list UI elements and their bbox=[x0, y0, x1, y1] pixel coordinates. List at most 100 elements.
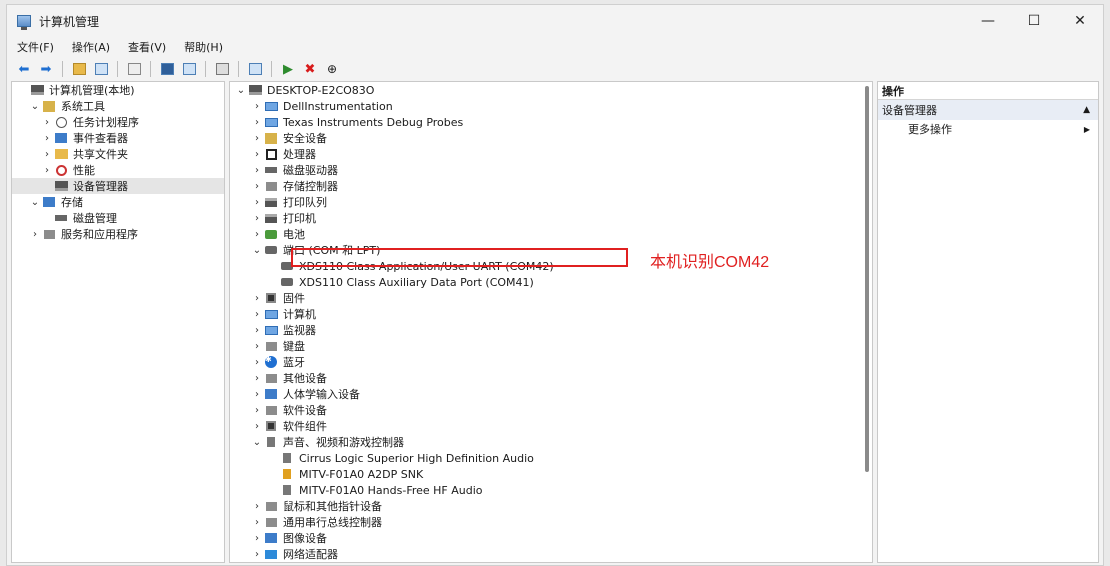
device-tree-item[interactable]: MITV-F01A0 A2DP SNK bbox=[230, 466, 872, 482]
collapse-icon[interactable]: ▲ bbox=[1083, 105, 1090, 115]
tree-item-label: DellInstrumentation bbox=[283, 99, 393, 113]
device-tree-item[interactable]: Cirrus Logic Superior High Definition Au… bbox=[230, 450, 872, 466]
port-icon-shape bbox=[281, 262, 293, 270]
collapsed-chevron-icon[interactable]: › bbox=[250, 149, 264, 160]
uninstall-icon[interactable]: ✖ bbox=[301, 60, 319, 78]
collapsed-chevron-icon[interactable]: › bbox=[250, 341, 264, 352]
device-tree-item[interactable]: › 打印机 bbox=[230, 210, 872, 226]
device-tree-item[interactable]: › 打印队列 bbox=[230, 194, 872, 210]
console-tree-item[interactable]: › 共享文件夹 bbox=[12, 146, 224, 162]
collapsed-chevron-icon[interactable]: › bbox=[250, 325, 264, 336]
enable-device-icon[interactable]: ⊕ bbox=[323, 60, 341, 78]
device-tree-item[interactable]: › 键盘 bbox=[230, 338, 872, 354]
console-tree-item[interactable]: 磁盘管理 bbox=[12, 210, 224, 226]
collapsed-chevron-icon[interactable]: › bbox=[40, 117, 54, 128]
collapsed-chevron-icon[interactable]: › bbox=[250, 405, 264, 416]
help-icon[interactable] bbox=[158, 60, 176, 78]
expanded-chevron-icon[interactable]: ⌄ bbox=[250, 437, 264, 448]
device-tree-item[interactable]: › 鼠标和其他指针设备 bbox=[230, 498, 872, 514]
collapsed-chevron-icon[interactable]: › bbox=[40, 133, 54, 144]
view-icon[interactable] bbox=[180, 60, 198, 78]
collapsed-chevron-icon[interactable]: › bbox=[250, 101, 264, 112]
device-tree-item[interactable]: › 安全设备 bbox=[230, 130, 872, 146]
device-tree-item[interactable]: XDS110 Class Auxiliary Data Port (COM41) bbox=[230, 274, 872, 290]
device-tree-item[interactable]: MITV-F01A0 Hands-Free HF Audio bbox=[230, 482, 872, 498]
collapsed-chevron-icon[interactable]: › bbox=[250, 501, 264, 512]
menu-view[interactable]: 查看(V) bbox=[126, 38, 168, 56]
device-tree-item[interactable]: › 电池 bbox=[230, 226, 872, 242]
device-tree-item[interactable]: › 软件设备 bbox=[230, 402, 872, 418]
device-tree-item[interactable]: › ✱ 蓝牙 bbox=[230, 354, 872, 370]
collapsed-chevron-icon[interactable]: › bbox=[250, 421, 264, 432]
expanded-chevron-icon[interactable]: ⌄ bbox=[28, 101, 42, 112]
collapsed-chevron-icon[interactable]: › bbox=[250, 357, 264, 368]
collapsed-chevron-icon[interactable]: › bbox=[40, 165, 54, 176]
close-button[interactable]: ✕ bbox=[1057, 5, 1103, 37]
collapsed-chevron-icon[interactable]: › bbox=[250, 373, 264, 384]
device-tree-item[interactable]: › 计算机 bbox=[230, 306, 872, 322]
collapsed-chevron-icon[interactable]: › bbox=[250, 117, 264, 128]
tree-item-label: DESKTOP-E2CO83O bbox=[267, 83, 375, 97]
collapsed-chevron-icon[interactable]: › bbox=[250, 229, 264, 240]
collapsed-chevron-icon[interactable]: › bbox=[250, 293, 264, 304]
device-tree-item[interactable]: › 处理器 bbox=[230, 146, 872, 162]
properties-icon[interactable] bbox=[125, 60, 143, 78]
collapsed-chevron-icon[interactable]: › bbox=[250, 309, 264, 320]
collapsed-chevron-icon[interactable]: › bbox=[250, 165, 264, 176]
device-tree-item[interactable]: XDS110 Class Application/User UART (COM4… bbox=[230, 258, 872, 274]
forward-icon[interactable]: ➡ bbox=[37, 60, 55, 78]
console-tree-item[interactable]: ⌄ 系统工具 bbox=[12, 98, 224, 114]
console-tree-item[interactable]: › 事件查看器 bbox=[12, 130, 224, 146]
network-icon-shape bbox=[265, 549, 277, 559]
device-tree-item[interactable]: ⌄ DESKTOP-E2CO83O bbox=[230, 82, 872, 98]
device-tree-item[interactable]: › Texas Instruments Debug Probes bbox=[230, 114, 872, 130]
collapsed-chevron-icon[interactable]: › bbox=[28, 229, 42, 240]
collapsed-chevron-icon[interactable]: › bbox=[250, 549, 264, 560]
expanded-chevron-icon[interactable]: ⌄ bbox=[234, 85, 248, 96]
back-icon[interactable]: ⬅ bbox=[15, 60, 33, 78]
more-actions-item[interactable]: 更多操作 ▶ bbox=[878, 120, 1098, 138]
device-tree-item[interactable]: › 存储控制器 bbox=[230, 178, 872, 194]
device-tree-item[interactable]: › 固件 bbox=[230, 290, 872, 306]
device-tree-item[interactable]: ⌄ 声音、视频和游戏控制器 bbox=[230, 434, 872, 450]
menu-file[interactable]: 文件(F) bbox=[15, 38, 56, 56]
collapsed-chevron-icon[interactable]: › bbox=[250, 389, 264, 400]
console-tree-item[interactable]: › 任务计划程序 bbox=[12, 114, 224, 130]
collapsed-chevron-icon[interactable]: › bbox=[250, 533, 264, 544]
scan-hardware-icon[interactable] bbox=[213, 60, 231, 78]
console-tree-item[interactable]: 计算机管理(本地) bbox=[12, 82, 224, 98]
collapsed-chevron-icon[interactable]: › bbox=[250, 197, 264, 208]
show-hide-tree-icon[interactable] bbox=[92, 60, 110, 78]
menu-action[interactable]: 操作(A) bbox=[70, 38, 112, 56]
device-tree-item[interactable]: › 监视器 bbox=[230, 322, 872, 338]
up-folder-icon[interactable] bbox=[70, 60, 88, 78]
device-tree-item[interactable]: › 其他设备 bbox=[230, 370, 872, 386]
collapsed-chevron-icon[interactable]: › bbox=[250, 517, 264, 528]
device-tree-item[interactable]: ⌄ 端口 (COM 和 LPT) bbox=[230, 242, 872, 258]
update-driver-icon[interactable]: ▶ bbox=[279, 60, 297, 78]
device-tree-item[interactable]: › 磁盘驱动器 bbox=[230, 162, 872, 178]
collapsed-chevron-icon[interactable]: › bbox=[250, 133, 264, 144]
device-tree-item[interactable]: › 图像设备 bbox=[230, 530, 872, 546]
expanded-chevron-icon[interactable]: ⌄ bbox=[28, 197, 42, 208]
console-tree-item[interactable]: 设备管理器 bbox=[12, 178, 224, 194]
collapsed-chevron-icon[interactable]: › bbox=[250, 213, 264, 224]
device-tree-item[interactable]: › 通用串行总线控制器 bbox=[230, 514, 872, 530]
collapsed-chevron-icon[interactable]: › bbox=[40, 149, 54, 160]
menu-help[interactable]: 帮助(H) bbox=[182, 38, 225, 56]
console-tree-item[interactable]: › 性能 bbox=[12, 162, 224, 178]
device-tree-item[interactable]: › 人体学输入设备 bbox=[230, 386, 872, 402]
actions-section-device-manager[interactable]: 设备管理器 ▲ bbox=[878, 100, 1098, 120]
minimize-button[interactable]: — bbox=[965, 5, 1011, 37]
console-tree-item[interactable]: › 服务和应用程序 bbox=[12, 226, 224, 242]
device-tree-item[interactable]: › 软件组件 bbox=[230, 418, 872, 434]
expanded-chevron-icon[interactable]: ⌄ bbox=[250, 245, 264, 256]
maximize-button[interactable]: ☐ bbox=[1011, 5, 1057, 37]
device-tree-item[interactable]: › DellInstrumentation bbox=[230, 98, 872, 114]
vertical-scrollbar[interactable] bbox=[865, 86, 869, 472]
software-device-icon bbox=[264, 404, 278, 416]
device-tree-item[interactable]: › 网络适配器 bbox=[230, 546, 872, 562]
console-tree-item[interactable]: ⌄ 存储 bbox=[12, 194, 224, 210]
add-driver-icon[interactable] bbox=[246, 60, 264, 78]
collapsed-chevron-icon[interactable]: › bbox=[250, 181, 264, 192]
